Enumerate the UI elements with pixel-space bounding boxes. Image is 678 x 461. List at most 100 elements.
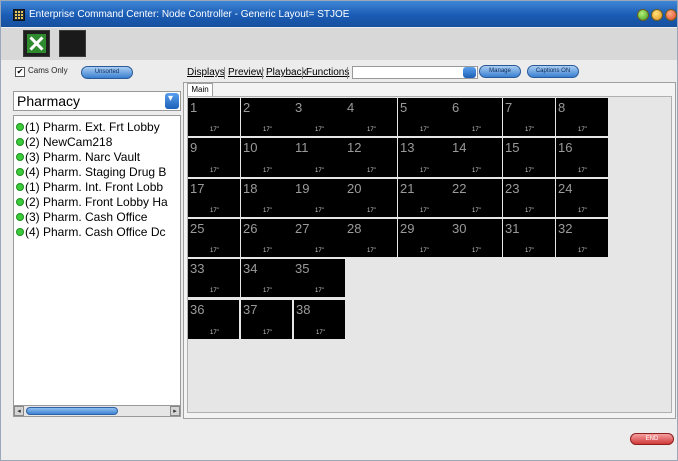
display-tile[interactable]: 7 17" (503, 98, 555, 136)
display-tile[interactable]: 27 17" (293, 219, 345, 257)
tile-size-label: 17" (578, 168, 587, 174)
display-tile[interactable]: 35 17" (293, 259, 345, 297)
location-select[interactable]: Pharmacy (13, 91, 181, 111)
minimize-button[interactable] (637, 9, 649, 21)
display-tile[interactable]: 36 17" (188, 300, 239, 339)
blank-tile-button[interactable] (59, 30, 86, 57)
tab-functions[interactable]: Functions (306, 65, 349, 80)
display-tile[interactable]: 28 17" (345, 219, 397, 257)
display-tile[interactable]: 37 17" (241, 300, 292, 339)
cams-only-label: Cams Only (28, 66, 68, 75)
display-tile[interactable]: 26 17" (241, 219, 293, 257)
tile-number: 6 (452, 100, 460, 115)
display-tile[interactable]: 22 17" (450, 179, 502, 217)
tile-size-label: 17" (578, 208, 587, 214)
tile-size-label: 17" (420, 168, 429, 174)
close-view-button[interactable] (23, 30, 50, 57)
chevron-down-icon[interactable] (463, 67, 476, 78)
display-tile[interactable]: 15 17" (503, 138, 555, 177)
tile-number: 17 (190, 181, 205, 196)
tile-number: 28 (347, 221, 362, 236)
unsorted-button[interactable]: Unsorted (81, 66, 133, 79)
tile-number: 12 (347, 140, 362, 155)
title-bar: Enterprise Command Center: Node Controll… (1, 1, 677, 27)
tab-preview[interactable]: Preview (228, 65, 264, 80)
cams-only-checkbox[interactable]: ✔ (15, 67, 25, 77)
display-tile[interactable]: 30 17" (450, 219, 502, 257)
camera-list-scrollbar[interactable]: ◂ ▸ (13, 405, 181, 417)
display-tile[interactable]: 31 17" (503, 219, 555, 257)
scroll-left-icon[interactable]: ◂ (14, 406, 24, 416)
captions-on-button[interactable]: Captions ON (527, 65, 579, 78)
display-tile[interactable]: 34 17" (241, 259, 293, 297)
tab-separator (262, 67, 263, 79)
tile-size-label: 17" (525, 248, 534, 254)
display-tile[interactable]: 25 17" (188, 219, 240, 257)
display-tile[interactable]: 18 17" (241, 179, 293, 217)
tile-number: 13 (400, 140, 415, 155)
display-tile[interactable]: 1 17" (188, 98, 240, 136)
display-tile[interactable]: 20 17" (345, 179, 397, 217)
display-tile[interactable]: 6 17" (450, 98, 502, 136)
tile-size-label: 17" (420, 248, 429, 254)
display-tile[interactable]: 11 17" (293, 138, 345, 177)
close-window-button[interactable] (665, 9, 677, 21)
display-tile[interactable]: 16 17" (556, 138, 608, 177)
display-tile[interactable]: 33 17" (188, 259, 240, 297)
chevron-down-icon[interactable] (165, 93, 179, 109)
maximize-button[interactable] (651, 9, 663, 21)
display-tile[interactable]: 23 17" (503, 179, 555, 217)
tile-size-label: 17" (525, 208, 534, 214)
tab-displays[interactable]: Displays (187, 65, 225, 80)
scroll-right-icon[interactable]: ▸ (170, 406, 180, 416)
scroll-thumb[interactable] (26, 407, 118, 415)
tab-main[interactable]: Main (187, 83, 213, 96)
tile-number: 35 (295, 261, 310, 276)
tile-number: 37 (243, 302, 258, 317)
tile-size-label: 17" (420, 127, 429, 133)
display-tile[interactable]: 38 17" (294, 300, 345, 339)
tile-size-label: 17" (578, 127, 587, 133)
display-tile[interactable]: 2 17" (241, 98, 293, 136)
manage-button[interactable]: Manage (479, 65, 521, 78)
tile-number: 32 (558, 221, 573, 236)
display-tile[interactable]: 3 17" (293, 98, 345, 136)
display-tile[interactable]: 19 17" (293, 179, 345, 217)
tile-number: 26 (243, 221, 258, 236)
status-online-icon (16, 123, 24, 131)
tile-number: 38 (296, 302, 311, 317)
tile-size-label: 17" (367, 208, 376, 214)
status-online-icon (16, 138, 24, 146)
display-tile[interactable]: 21 17" (398, 179, 450, 217)
tile-number: 10 (243, 140, 258, 155)
tile-size-label: 17" (315, 208, 324, 214)
display-tile[interactable]: 8 17" (556, 98, 608, 136)
display-tile[interactable]: 24 17" (556, 179, 608, 217)
camera-list: (1) Pharm. Ext. Frt Lobby (2) NewCam218 … (13, 115, 181, 417)
display-tile[interactable]: 32 17" (556, 219, 608, 257)
tile-size-label: 17" (472, 248, 481, 254)
display-tile[interactable]: 17 17" (188, 179, 240, 217)
tile-number: 21 (400, 181, 415, 196)
display-tile[interactable]: 5 17" (398, 98, 450, 136)
tab-playback[interactable]: Playback (266, 65, 307, 80)
display-tile[interactable]: 14 17" (450, 138, 502, 177)
status-online-icon (16, 213, 24, 221)
display-tile[interactable]: 13 17" (398, 138, 450, 177)
end-button[interactable]: END (630, 433, 674, 445)
tile-number: 14 (452, 140, 467, 155)
tile-number: 34 (243, 261, 258, 276)
toolbar (1, 28, 677, 60)
display-tile[interactable]: 9 17" (188, 138, 240, 177)
tile-number: 16 (558, 140, 573, 155)
tile-size-label: 17" (263, 168, 272, 174)
display-tile[interactable]: 12 17" (345, 138, 397, 177)
tile-number: 3 (295, 100, 303, 115)
tile-size-label: 17" (263, 248, 272, 254)
display-combo[interactable] (352, 66, 478, 79)
tile-size-label: 17" (315, 168, 324, 174)
tile-size-label: 17" (263, 330, 272, 336)
display-tile[interactable]: 10 17" (241, 138, 293, 177)
display-tile[interactable]: 4 17" (345, 98, 397, 136)
display-tile[interactable]: 29 17" (398, 219, 450, 257)
